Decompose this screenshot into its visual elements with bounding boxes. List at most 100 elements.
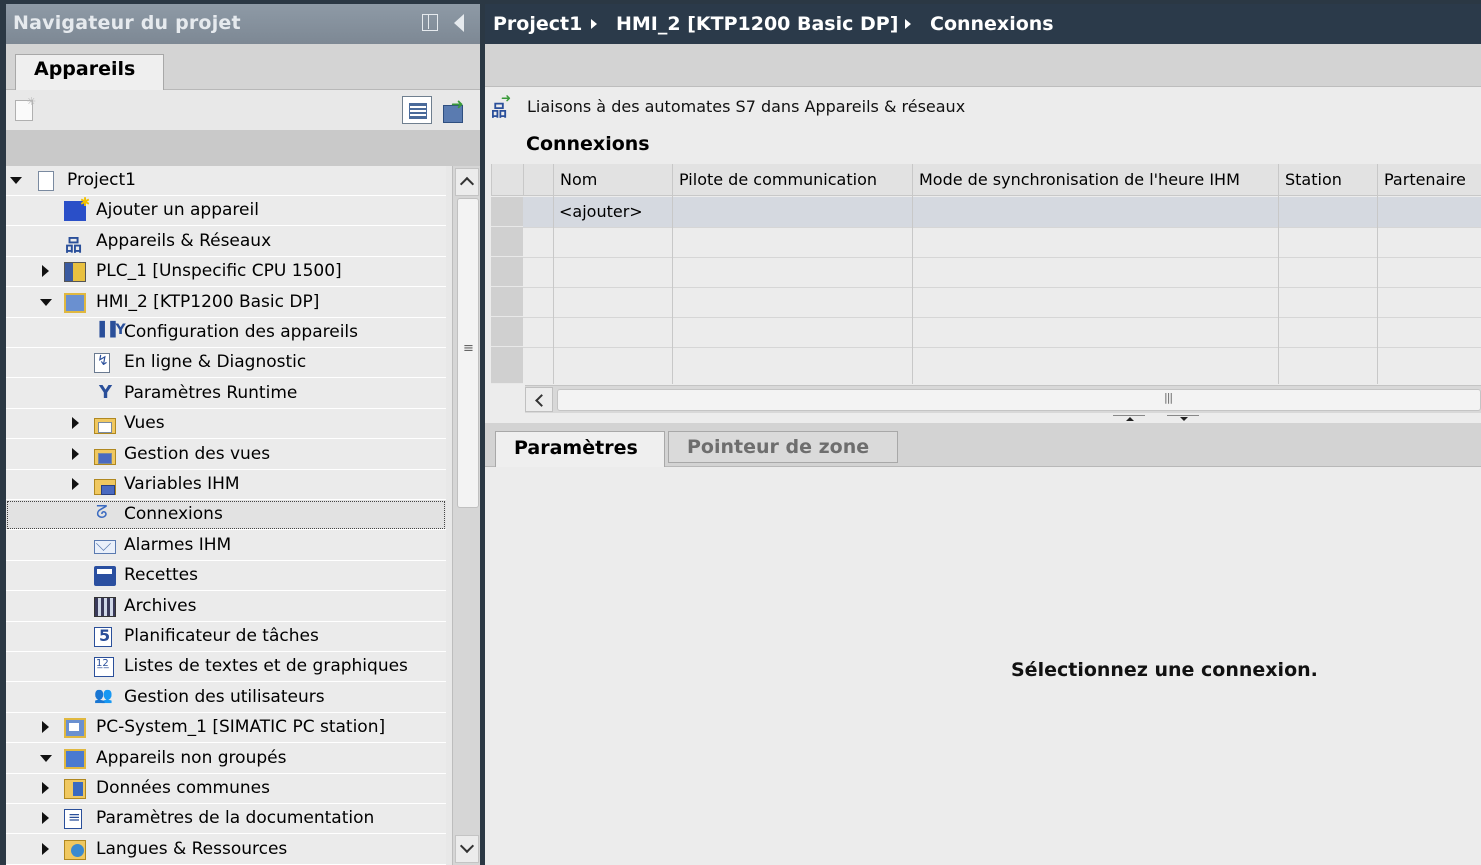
expand-closed-icon[interactable] [42, 812, 49, 824]
expand-closed-icon[interactable] [72, 417, 79, 429]
row-header[interactable] [491, 227, 523, 257]
diagnostic-icon [94, 353, 110, 373]
tree-item-label: Archives [124, 596, 197, 616]
tree-item[interactable]: Gestion des vues [6, 440, 446, 470]
expand-closed-icon[interactable] [42, 782, 49, 794]
splitter-down-icon[interactable] [1167, 415, 1199, 422]
panel-splitter[interactable] [485, 413, 1481, 423]
overview-view-button[interactable] [402, 96, 432, 124]
network-link-icon[interactable] [491, 91, 515, 121]
plc-icon [64, 262, 86, 282]
tab-parameters[interactable]: Paramètres [495, 431, 665, 468]
tree-item-label: Alarmes IHM [124, 535, 232, 555]
column-header-partner[interactable]: Partenaire [1377, 164, 1481, 196]
navigator-toolbar [6, 90, 480, 130]
breadcrumb-page: Connexions [930, 13, 1054, 35]
tree-item[interactable]: Gestion des utilisateurs [6, 683, 446, 713]
new-group-icon[interactable] [15, 95, 36, 121]
add-connection-cell[interactable]: <ajouter> [559, 202, 643, 221]
recipes-icon [94, 566, 116, 586]
s7-link-text[interactable]: Liaisons à des automates S7 dans Apparei… [527, 97, 965, 116]
tree-item[interactable]: Paramètres Runtime [6, 379, 446, 409]
tree-item-label: Connexions [124, 504, 223, 524]
connections-editor: Liaisons à des automates S7 dans Apparei… [485, 87, 1481, 865]
text-graphic-lists-icon [94, 657, 114, 677]
tab-area-pointer[interactable]: Pointeur de zone [668, 431, 898, 463]
breadcrumb: Project1 HMI_2 [KTP1200 Basic DP] Connex… [485, 4, 1481, 44]
languages-icon [64, 840, 86, 860]
tree-item[interactable]: Planificateur de tâches [6, 622, 446, 652]
scroll-left-icon[interactable] [525, 387, 553, 412]
add-connection-row[interactable]: <ajouter> [523, 197, 1481, 227]
tree-item-label: Recettes [124, 565, 198, 585]
tree-item-label: Appareils non groupés [96, 748, 287, 768]
tree-item-label: Vues [124, 413, 165, 433]
tree-item-label: Langues & Ressources [96, 839, 288, 859]
breadcrumb-project[interactable]: Project1 [493, 13, 582, 35]
row-header[interactable] [491, 317, 523, 347]
scroll-down-icon[interactable] [455, 835, 479, 863]
alarms-icon [94, 540, 116, 554]
connections-icon [94, 502, 116, 525]
folder-icon [94, 418, 116, 434]
tree-item[interactable]: HMI_2 [KTP1200 Basic DP] [6, 288, 446, 318]
tree-item[interactable]: Recettes [6, 561, 446, 591]
scroll-thumb[interactable] [557, 389, 1481, 411]
column-header-station[interactable]: Station [1278, 164, 1377, 196]
tree-item[interactable]: Vues [6, 409, 446, 439]
expand-closed-icon[interactable] [72, 478, 79, 490]
tree-item[interactable]: Paramètres de la documentation [6, 804, 446, 834]
row-header[interactable] [491, 347, 523, 384]
expand-open-icon[interactable] [40, 299, 52, 306]
tree-item[interactable]: Ajouter un appareil [6, 195, 446, 226]
tree-vertical-scrollbar[interactable] [452, 166, 480, 865]
add-device-icon [64, 195, 90, 221]
tree-item-label: Configuration des appareils [124, 322, 358, 342]
select-connection-hint: Sélectionnez une connexion. [1011, 659, 1318, 681]
breadcrumb-device[interactable]: HMI_2 [KTP1200 Basic DP] [616, 13, 898, 35]
column-header-driver[interactable]: Pilote de communication [672, 164, 912, 196]
tree-item[interactable]: Langues & Ressources [6, 835, 446, 865]
tree-item[interactable]: Project1 [6, 166, 446, 196]
hmi-icon [64, 293, 86, 313]
expand-closed-icon[interactable] [42, 721, 49, 733]
tree-item[interactable]: Listes de textes et de graphiques [6, 652, 446, 682]
expand-open-icon[interactable] [10, 177, 22, 184]
tree-item[interactable]: Appareils & Réseaux [6, 227, 446, 257]
tree-item-label: PC-System_1 [SIMATIC PC station] [96, 717, 386, 737]
split-view-icon[interactable] [422, 14, 438, 31]
tree-item[interactable]: Archives [6, 592, 446, 622]
screen-management-icon [94, 449, 116, 465]
device-config-icon [94, 322, 126, 343]
tree-item[interactable]: Alarmes IHM [6, 531, 446, 561]
collapse-panel-icon[interactable] [454, 14, 464, 32]
column-header-time-sync[interactable]: Mode de synchronisation de l'heure IHM [912, 164, 1278, 196]
expand-closed-icon[interactable] [72, 448, 79, 460]
tree-item[interactable]: PLC_1 [Unspecific CPU 1500] [6, 257, 446, 287]
tree-item[interactable]: Appareils non groupés [6, 744, 446, 774]
row-header[interactable] [491, 287, 523, 317]
tree-item[interactable]: En ligne & Diagnostic [6, 348, 446, 378]
tree-item-label: Ajouter un appareil [96, 200, 259, 220]
scroll-up-icon[interactable] [455, 168, 479, 196]
tree-item[interactable]: Connexions [6, 500, 446, 530]
expand-closed-icon[interactable] [42, 265, 49, 277]
export-icon[interactable] [440, 95, 468, 124]
scroll-thumb[interactable] [457, 198, 479, 508]
column-header-name[interactable]: Nom [553, 164, 672, 196]
tree-item-label: Données communes [96, 778, 270, 798]
tree-item[interactable]: Variables IHM [6, 470, 446, 500]
expand-open-icon[interactable] [40, 755, 52, 762]
expand-closed-icon[interactable] [42, 843, 49, 855]
tree-item[interactable]: Configuration des appareils [6, 318, 446, 348]
ungrouped-devices-icon [64, 749, 86, 769]
archives-icon [94, 597, 116, 617]
row-header[interactable] [491, 257, 523, 287]
tree-item[interactable]: Données communes [6, 774, 446, 804]
tab-devices[interactable]: Appareils [15, 54, 164, 91]
table-horizontal-scrollbar[interactable] [525, 385, 1481, 413]
splitter-up-icon[interactable] [1113, 415, 1145, 422]
tree-item[interactable]: PC-System_1 [SIMATIC PC station] [6, 713, 446, 743]
row-header[interactable] [491, 197, 523, 227]
tree-item-label: En ligne & Diagnostic [124, 352, 307, 372]
